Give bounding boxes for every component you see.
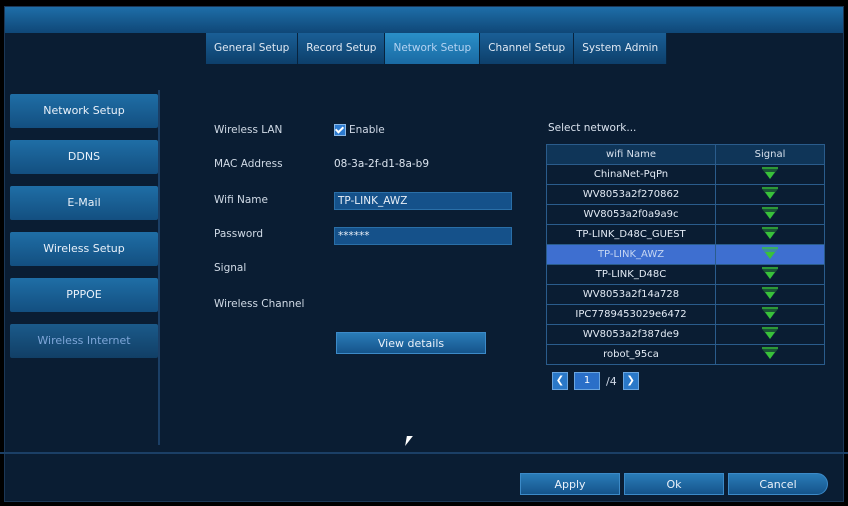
ok-button[interactable]: Ok	[624, 473, 724, 495]
wifi-signal-icon	[762, 327, 778, 339]
network-row[interactable]: WV8053a2f387de9	[546, 324, 825, 345]
network-list: ChinaNet-PqPn WV8053a2f270862 WV8053a2f0a9…	[546, 164, 825, 365]
column-header-wifi-name: wifi Name	[546, 144, 716, 165]
wifi-name-field[interactable]: TP-LINK_AWZ	[334, 192, 512, 210]
cancel-button[interactable]: Cancel	[728, 473, 828, 495]
network-row[interactable]: WV8053a2f270862	[546, 184, 825, 205]
signal-cell	[715, 304, 825, 325]
network-name: WV8053a2f270862	[546, 184, 716, 205]
network-name: IPC7789453029e6472	[546, 304, 716, 325]
signal-cell	[715, 164, 825, 185]
wifi-signal-icon	[762, 267, 778, 279]
signal-cell	[715, 324, 825, 345]
wifi-signal-icon	[762, 227, 778, 239]
wifi-name-label: Wifi Name	[214, 194, 268, 206]
sidebar-item-network-setup[interactable]: Network Setup	[10, 94, 158, 128]
network-name: TP-LINK_D48C_GUEST	[546, 224, 716, 245]
wifi-signal-icon	[762, 287, 778, 299]
apply-button[interactable]: Apply	[520, 473, 620, 495]
wireless-channel-label: Wireless Channel	[214, 298, 305, 310]
wifi-signal-icon	[762, 187, 778, 199]
pagination: ❮ 1 /4 ❯	[552, 372, 639, 390]
tab-system-admin[interactable]: System Admin	[574, 33, 668, 64]
signal-cell	[715, 344, 825, 365]
enable-checkbox[interactable]: Enable	[334, 124, 385, 136]
sidebar-item-wireless-internet[interactable]: Wireless Internet	[10, 324, 158, 358]
signal-cell	[715, 184, 825, 205]
wifi-signal-icon	[762, 167, 778, 179]
signal-cell	[715, 264, 825, 285]
tab-channel-setup[interactable]: Channel Setup	[480, 33, 575, 64]
network-table: wifi Name Signal ChinaNet-PqPn WV8053a2f2…	[546, 144, 825, 365]
tab-bar: General Setup Record Setup Network Setup…	[206, 33, 668, 64]
enable-label: Enable	[349, 124, 385, 136]
wifi-signal-icon	[762, 347, 778, 359]
sidebar: Network Setup DDNS E-Mail Wireless Setup…	[10, 94, 158, 370]
network-row[interactable]: WV8053a2f0a9a9c	[546, 204, 825, 225]
sidebar-item-email[interactable]: E-Mail	[10, 186, 158, 220]
password-label: Password	[214, 228, 264, 240]
signal-label: Signal	[214, 262, 247, 274]
network-row[interactable]: TP-LINK_D48C	[546, 264, 825, 285]
network-name: TP-LINK_D48C	[546, 264, 716, 285]
next-page-button[interactable]: ❯	[622, 372, 639, 390]
mac-address-value: 08-3a-2f-d1-8a-b9	[334, 158, 430, 170]
signal-cell	[715, 244, 825, 265]
checkbox-checked-icon[interactable]	[334, 124, 346, 136]
network-name: WV8053a2f0a9a9c	[546, 204, 716, 225]
page-number-input[interactable]: 1	[574, 372, 600, 390]
network-row[interactable]: TP-LINK_D48C_GUEST	[546, 224, 825, 245]
tab-general-setup[interactable]: General Setup	[206, 33, 299, 64]
network-name: robot_95ca	[546, 344, 716, 365]
network-row[interactable]: robot_95ca	[546, 344, 825, 365]
sidebar-item-wireless-setup[interactable]: Wireless Setup	[10, 232, 158, 266]
network-name: WV8053a2f14a728	[546, 284, 716, 305]
network-name: WV8053a2f387de9	[546, 324, 716, 345]
mac-address-label: MAC Address	[214, 158, 283, 170]
select-network-heading: Select network...	[548, 122, 637, 134]
wireless-lan-label: Wireless LAN	[214, 124, 283, 136]
title-bar	[5, 7, 843, 33]
password-field[interactable]: ******	[334, 227, 512, 245]
signal-cell	[715, 224, 825, 245]
network-row[interactable]: WV8053a2f14a728	[546, 284, 825, 305]
network-row[interactable]: TP-LINK_AWZ	[546, 244, 825, 265]
sidebar-item-ddns[interactable]: DDNS	[10, 140, 158, 174]
tab-network-setup[interactable]: Network Setup	[385, 33, 481, 64]
prev-page-button[interactable]: ❮	[552, 372, 568, 390]
network-name: ChinaNet-PqPn	[546, 164, 716, 185]
tab-record-setup[interactable]: Record Setup	[298, 33, 386, 64]
sidebar-divider	[158, 90, 160, 445]
page-total: /4	[606, 374, 617, 388]
network-row[interactable]: IPC7789453029e6472	[546, 304, 825, 325]
wifi-signal-icon	[762, 247, 778, 259]
network-name: TP-LINK_AWZ	[546, 244, 716, 265]
view-details-button[interactable]: View details	[336, 332, 486, 354]
signal-cell	[715, 204, 825, 225]
signal-cell	[715, 284, 825, 305]
wifi-signal-icon	[762, 307, 778, 319]
column-header-signal: Signal	[715, 144, 825, 165]
footer-divider	[0, 452, 848, 454]
network-row[interactable]: ChinaNet-PqPn	[546, 164, 825, 185]
sidebar-item-pppoe[interactable]: PPPOE	[10, 278, 158, 312]
wifi-signal-icon	[762, 207, 778, 219]
